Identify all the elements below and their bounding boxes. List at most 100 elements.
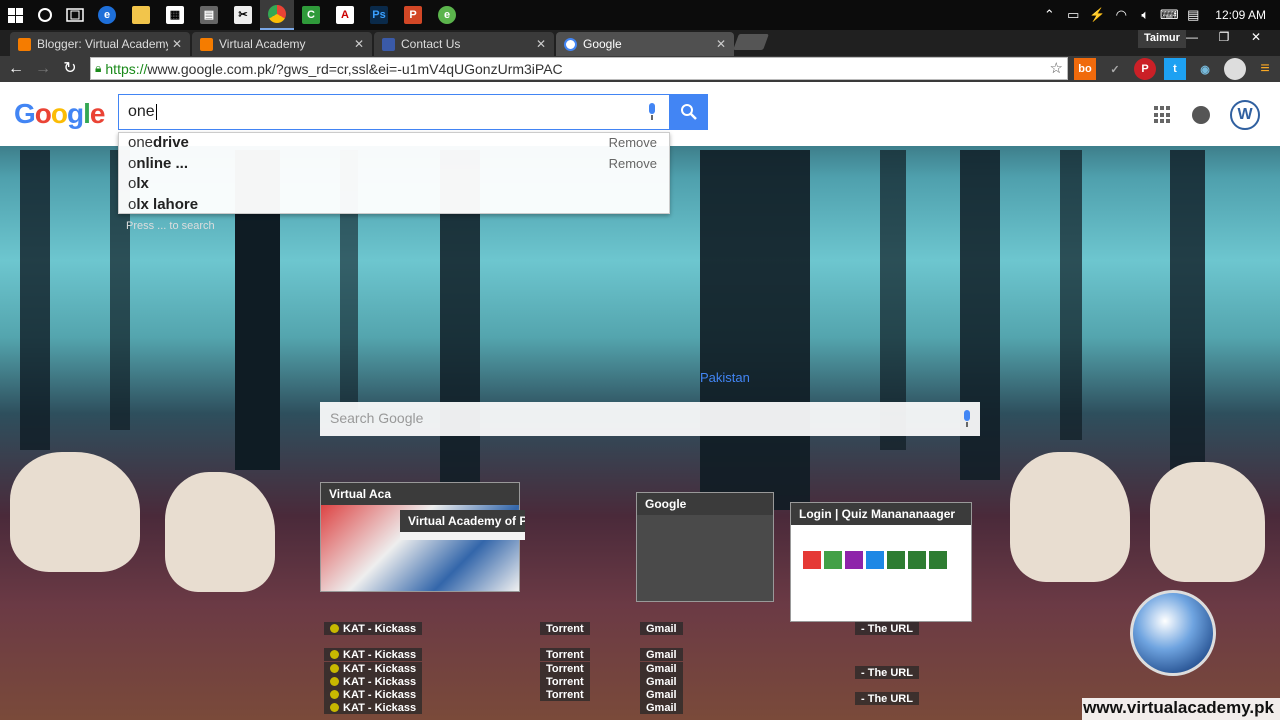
list-item[interactable]: Gmail — [640, 688, 683, 701]
window-controls: — ❐ ✕ — [1176, 30, 1272, 46]
close-icon[interactable]: ✕ — [354, 37, 364, 51]
blogger-extension-icon[interactable]: bo — [1074, 58, 1096, 80]
start-icon[interactable] — [0, 0, 30, 30]
avatar[interactable]: W — [1230, 100, 1260, 130]
list-item[interactable]: Torrent — [540, 662, 590, 675]
tile-title: Virtual Academy of P — [400, 510, 525, 532]
new-tab-button[interactable] — [733, 34, 769, 50]
task-view-icon[interactable] — [60, 0, 90, 30]
wifi-icon[interactable]: ◠ — [1109, 7, 1133, 23]
suggestion-item[interactable]: onedrive Remove — [119, 133, 669, 154]
suggestion-item[interactable]: online ... Remove — [119, 154, 669, 175]
clock[interactable]: 12:09 AM — [1205, 8, 1280, 22]
chevron-up-icon[interactable]: ⌃ — [1037, 7, 1061, 23]
tab-virtual-academy[interactable]: Virtual Academy ✕ — [192, 32, 372, 56]
close-icon[interactable]: ✕ — [172, 37, 182, 51]
photoshop-icon[interactable]: Ps — [362, 0, 396, 30]
horse-image — [1010, 452, 1130, 582]
store-icon[interactable]: ▦ — [158, 0, 192, 30]
tab-strip: Blogger: Virtual Academy ✕ Virtual Acade… — [0, 30, 1280, 56]
close-icon[interactable]: ✕ — [716, 37, 726, 51]
volume-icon[interactable]: 🔈︎ — [1133, 7, 1157, 23]
calculator-icon[interactable]: ▤ — [192, 0, 226, 30]
google-logo[interactable]: Google — [14, 98, 105, 130]
list-item[interactable]: KAT - Kickass — [324, 675, 423, 688]
evernote-icon[interactable]: e — [430, 0, 464, 30]
tab-blogger[interactable]: Blogger: Virtual Academy ✕ — [10, 32, 190, 56]
battery-icon[interactable]: ▭ — [1061, 7, 1085, 23]
tab-google[interactable]: Google ✕ — [556, 32, 734, 56]
bookmark-star-icon[interactable]: ☆ — [1050, 59, 1063, 77]
list-item[interactable]: Gmail — [640, 648, 683, 661]
search-input[interactable]: one — [118, 94, 670, 130]
notifications-bell-icon[interactable] — [1192, 106, 1210, 124]
list-item[interactable]: Gmail — [640, 675, 683, 688]
reload-icon[interactable]: ↻ — [59, 58, 81, 80]
restore-icon[interactable]: ❐ — [1208, 30, 1240, 46]
horse-image — [165, 472, 275, 592]
text-caret — [155, 104, 157, 120]
forward-icon[interactable]: → — [32, 58, 54, 80]
list-item[interactable]: - The URL — [855, 692, 919, 705]
page-search-box[interactable]: Search Google — [320, 402, 980, 436]
cloud-extension-icon[interactable] — [1224, 58, 1246, 80]
list-item[interactable]: Gmail — [640, 662, 683, 675]
suggestion-item[interactable]: olx lahore — [119, 195, 669, 216]
list-item[interactable]: KAT - Kickass — [324, 648, 423, 661]
tab-contact-us[interactable]: Contact Us ✕ — [374, 32, 554, 56]
remove-link[interactable]: Remove — [609, 133, 657, 154]
powerpoint-icon[interactable]: P — [396, 0, 430, 30]
most-visited-tile[interactable]: Login | Quiz Manananaager — [790, 502, 972, 622]
list-item[interactable]: KAT - Kickass — [324, 688, 423, 701]
list-item[interactable]: Torrent — [540, 648, 590, 661]
pinterest-icon[interactable]: P — [1134, 58, 1156, 80]
address-bar[interactable]: 🔒︎ https:// www.google.com.pk/?gws_rd=cr… — [90, 57, 1068, 80]
blogger-icon — [18, 37, 31, 51]
menu-icon[interactable]: ≡ — [1254, 58, 1276, 80]
microphone-icon[interactable] — [647, 103, 657, 121]
browser-toolbar: ← → ↻ 🔒︎ https:// www.google.com.pk/?gws… — [0, 56, 1280, 82]
list-item[interactable]: KAT - Kickass — [324, 662, 423, 675]
close-window-icon[interactable]: ✕ — [1240, 30, 1272, 46]
list-item[interactable]: KAT - Kickass — [324, 622, 423, 635]
edge-icon[interactable]: e — [90, 0, 124, 30]
blogger-icon — [200, 37, 213, 51]
tile-title: Virtual Aca — [321, 483, 519, 505]
search-placeholder: Search Google — [330, 410, 424, 426]
chrome-icon[interactable] — [260, 0, 294, 30]
power-icon[interactable]: ⚡ — [1085, 7, 1109, 23]
search-query-text: one — [128, 103, 155, 120]
tab-label: Google — [583, 37, 622, 51]
camtasia-icon[interactable]: C — [294, 0, 328, 30]
microphone-icon[interactable] — [962, 410, 972, 428]
notification-icon[interactable]: ▤ — [1181, 7, 1205, 23]
file-explorer-icon[interactable] — [124, 0, 158, 30]
most-visited-tile[interactable]: Virtual Academy of P — [400, 510, 525, 540]
most-visited-tile[interactable]: Google — [636, 492, 774, 602]
snipping-tool-icon[interactable]: ✂ — [226, 0, 260, 30]
checkmark-extension-icon[interactable]: ✓ — [1104, 58, 1126, 80]
url-scheme: https:// — [105, 60, 148, 77]
acrobat-icon[interactable]: A — [328, 0, 362, 30]
list-item[interactable]: KAT - Kickass — [324, 701, 423, 714]
list-item[interactable]: Torrent — [540, 675, 590, 688]
apps-grid-icon[interactable] — [1154, 106, 1172, 124]
keyboard-icon[interactable]: ⌨︎ — [1157, 7, 1181, 23]
google-icon — [564, 37, 577, 51]
search-button[interactable] — [670, 94, 708, 130]
autocomplete-dropdown: onedrive Remove online ... Remove olx olx … — [118, 132, 670, 214]
list-item[interactable]: Gmail — [640, 622, 683, 635]
remove-link[interactable]: Remove — [609, 154, 657, 175]
list-item[interactable]: - The URL — [855, 666, 919, 679]
suggestion-item[interactable]: olx — [119, 174, 669, 195]
close-icon[interactable]: ✕ — [536, 37, 546, 51]
list-item[interactable]: Gmail — [640, 701, 683, 714]
list-item[interactable]: - The URL — [855, 622, 919, 635]
twitter-icon[interactable]: t — [1164, 58, 1186, 80]
owl-extension-icon[interactable]: ◉ — [1194, 58, 1216, 80]
cortana-icon[interactable] — [30, 0, 60, 30]
back-icon[interactable]: ← — [5, 58, 27, 80]
list-item[interactable]: Torrent — [540, 688, 590, 701]
minimize-icon[interactable]: — — [1176, 30, 1208, 46]
list-item[interactable]: Torrent — [540, 622, 590, 635]
